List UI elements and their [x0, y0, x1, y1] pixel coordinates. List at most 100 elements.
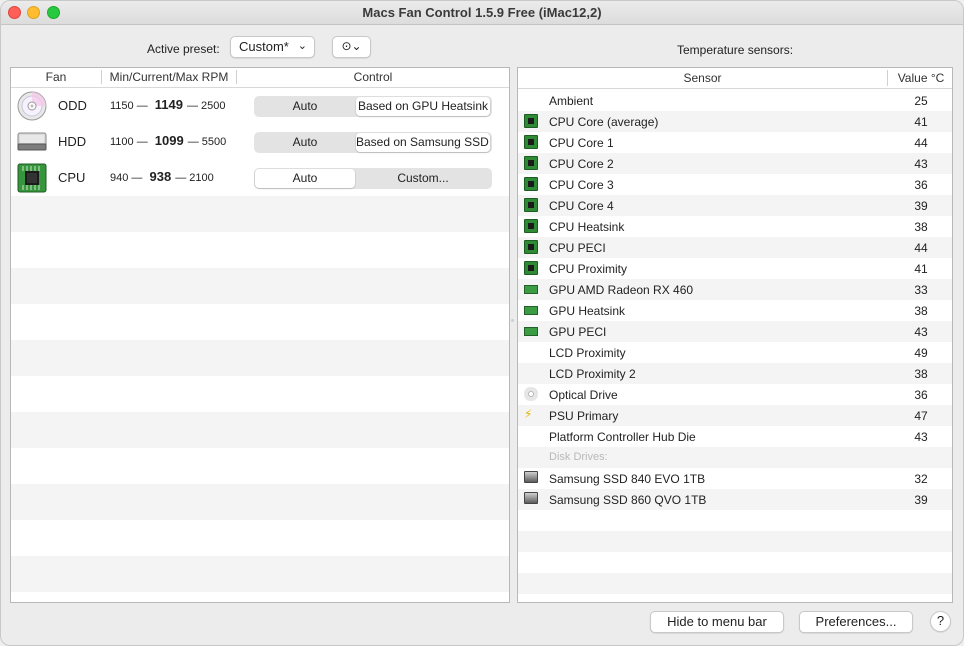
hard-drive-icon: [524, 492, 538, 504]
sensor-name: CPU Proximity: [549, 262, 628, 276]
sensor-row: CPU Core (average) 41: [518, 111, 952, 132]
window-title: Macs Fan Control 1.5.9 Free (iMac12,2): [362, 5, 602, 20]
empty-row: [11, 484, 509, 520]
active-preset-label: Active preset:: [147, 42, 220, 56]
help-button[interactable]: ?: [930, 611, 951, 632]
fan-min-rpm: 1100: [110, 136, 134, 148]
custom-control-button[interactable]: Based on Samsung SSD…: [356, 133, 490, 152]
column-divider: [509, 70, 510, 84]
fan-min-rpm: 940: [110, 172, 129, 184]
preset-dropdown[interactable]: Custom* ⌄: [230, 36, 315, 58]
split-view-divider[interactable]: [511, 319, 514, 322]
title-bar: Macs Fan Control 1.5.9 Free (iMac12,2): [1, 1, 963, 25]
sensor-row: Optical Drive 36: [518, 384, 952, 405]
sensor-name: Ambient: [549, 94, 594, 108]
sensor-row: GPU Heatsink 38: [518, 300, 952, 321]
sensor-name: Samsung SSD 860 QVO 1TB: [549, 493, 707, 507]
fan-table-header: Fan Min/Current/Max RPM Control: [11, 68, 509, 88]
column-header-value[interactable]: Value °C: [888, 71, 952, 85]
sensor-value: 36: [914, 178, 928, 192]
auto-control-button[interactable]: Auto: [255, 97, 355, 116]
fan-rows: ODD 1150 — 1149— 2500 Auto Based on GPU Hea…: [11, 88, 509, 602]
gpu-card-icon: [524, 327, 538, 336]
auto-control-button[interactable]: Auto: [255, 133, 355, 152]
column-header-control[interactable]: Control: [237, 70, 509, 84]
sensor-name: GPU AMD Radeon RX 460: [549, 283, 694, 297]
ellipsis-circle-icon: ⊙⌄: [341, 39, 362, 53]
sensor-value: 49: [914, 346, 928, 360]
temperature-sensors-label: Temperature sensors:: [677, 43, 794, 57]
sensor-value: 41: [914, 115, 928, 129]
fan-max-rpm: 5500: [201, 136, 227, 148]
fan-current-rpm: 938: [149, 169, 172, 184]
sensor-name: CPU Core 1: [549, 136, 614, 150]
sensor-row: CPU Core 4 39: [518, 195, 952, 216]
empty-row: [11, 556, 509, 592]
sensor-name: CPU Core 2: [549, 157, 614, 171]
rpm-separator: —: [175, 172, 187, 184]
hide-to-menu-bar-button[interactable]: Hide to menu bar: [650, 611, 784, 633]
fan-current-rpm: 1099: [154, 133, 184, 148]
sensor-table: Sensor Value °C Ambient 25 CPU Core (avera…: [517, 67, 953, 603]
sensor-value: 47: [914, 409, 928, 423]
sensor-value: 44: [914, 136, 928, 150]
sensor-name: Samsung SSD 840 EVO 1TB: [549, 472, 706, 486]
empty-row: [518, 510, 952, 531]
sensor-name: GPU Heatsink: [549, 304, 626, 318]
more-options-button[interactable]: ⊙⌄: [332, 36, 371, 58]
column-header-rpm[interactable]: Min/Current/Max RPM: [102, 70, 236, 84]
sensor-name: CPU PECI: [549, 241, 606, 255]
custom-control-button[interactable]: Custom...: [356, 169, 490, 188]
fan-table: Fan Min/Current/Max RPM Control ODD 1150 …: [10, 67, 510, 603]
preferences-button[interactable]: Preferences...: [799, 611, 913, 633]
column-header-fan[interactable]: Fan: [11, 70, 101, 84]
empty-row: [11, 376, 509, 412]
column-header-sensor[interactable]: Sensor: [518, 71, 887, 85]
fan-max-rpm: 2500: [201, 100, 226, 112]
fan-name: ODD: [58, 98, 87, 113]
sensor-rows: Ambient 25 CPU Core (average) 41 CPU Core 1 4…: [518, 90, 952, 594]
power-bolt-icon: ⚡: [524, 407, 533, 421]
sensor-group-header: Disk Drives:: [518, 447, 952, 468]
fan-name: HDD: [58, 134, 87, 149]
empty-row: [11, 268, 509, 304]
sensor-name: CPU Core (average): [549, 115, 659, 129]
fan-rpm-range: 1150 — 1149— 2500: [110, 97, 226, 112]
sensor-name: CPU Core 3: [549, 178, 614, 192]
custom-control-button[interactable]: Based on GPU Heatsink: [356, 97, 490, 116]
sensor-row: GPU AMD Radeon RX 460 33: [518, 279, 952, 300]
empty-row: [11, 196, 509, 232]
sensor-value: 43: [914, 325, 928, 339]
sensor-value: 38: [914, 304, 928, 318]
sensor-name: Disk Drives:: [549, 451, 608, 463]
sensor-row: Ambient 25: [518, 90, 952, 111]
cpu-chip-icon: [524, 156, 538, 170]
fan-min-rpm: 1150: [110, 100, 134, 112]
optical-drive-icon: [17, 91, 47, 121]
empty-row: [11, 412, 509, 448]
sensor-value: 39: [914, 199, 928, 213]
fan-name: CPU: [58, 170, 86, 185]
sensor-row: CPU Proximity 41: [518, 258, 952, 279]
gpu-card-icon: [524, 306, 538, 315]
sensor-row: CPU Core 1 44: [518, 132, 952, 153]
hard-drive-icon: [524, 471, 538, 483]
empty-row: [518, 573, 952, 594]
empty-row: [11, 592, 509, 602]
fan-control-segmented[interactable]: Auto Based on Samsung SSD…: [254, 132, 492, 153]
cpu-chip-icon: [524, 135, 538, 149]
rpm-separator: —: [136, 100, 148, 112]
sensor-name: LCD Proximity 2: [549, 367, 636, 381]
empty-row: [11, 448, 509, 484]
cpu-chip-icon: [524, 240, 538, 254]
auto-control-button[interactable]: Auto: [255, 169, 355, 188]
fan-control-segmented[interactable]: Auto Based on GPU Heatsink: [254, 96, 492, 117]
optical-drive-icon: [524, 387, 538, 401]
rpm-separator: —: [186, 100, 198, 112]
sensor-name: Optical Drive: [549, 388, 618, 402]
sensor-value: 44: [914, 241, 928, 255]
fan-control-segmented[interactable]: Auto Custom...: [254, 168, 492, 189]
sensor-row: CPU Core 3 36: [518, 174, 952, 195]
sensor-row: LCD Proximity 49: [518, 342, 952, 363]
empty-row: [11, 304, 509, 340]
